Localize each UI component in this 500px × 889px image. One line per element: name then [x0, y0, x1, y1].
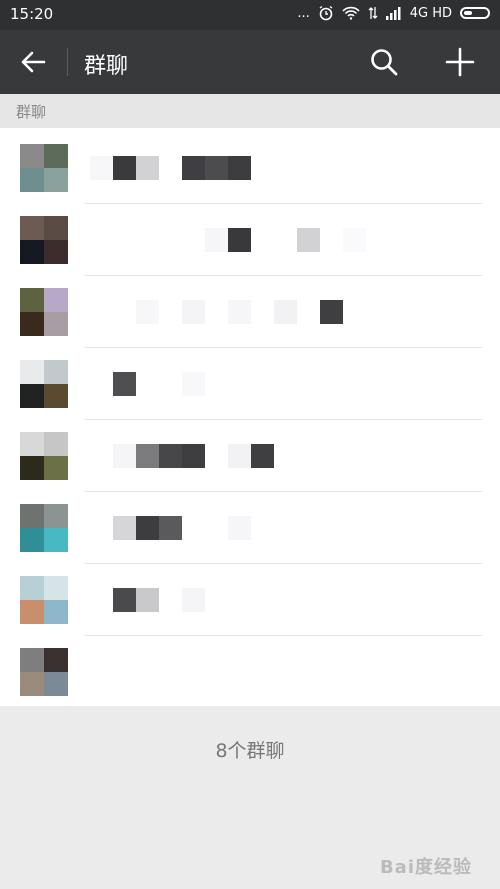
arrow-left-icon[interactable] [18, 47, 48, 77]
section-label: 群聊 [16, 103, 47, 121]
header-divider [67, 48, 68, 76]
page-title: 群聊 [84, 54, 129, 79]
group-name-pixelated [90, 156, 251, 180]
overflow-dots: ... [297, 5, 310, 21]
top-app-bar: 群聊 [0, 30, 500, 94]
group-avatar [20, 576, 68, 624]
list-footer: 8个群聊 Bai度经验 [0, 706, 500, 889]
watermark-logo: Bai度经验 [379, 857, 472, 878]
wifi-icon [342, 6, 360, 20]
group-row[interactable] [0, 420, 500, 492]
plus-icon[interactable] [444, 46, 476, 78]
data-arrows-icon [368, 7, 378, 19]
group-avatar [20, 216, 68, 264]
group-name-pixelated [90, 588, 205, 612]
search-icon[interactable] [368, 46, 400, 78]
group-avatar [20, 504, 68, 552]
group-chat-list [0, 128, 500, 706]
group-name-pixelated [90, 516, 251, 540]
group-row[interactable] [0, 132, 500, 204]
group-name-pixelated [90, 372, 205, 396]
group-name-pixelated [90, 228, 366, 252]
group-row[interactable] [0, 564, 500, 636]
group-avatar [20, 648, 68, 696]
status-bar: 15:20 ... 4G HD [0, 0, 500, 30]
battery-icon [460, 7, 490, 19]
status-icons: ... 4G HD [297, 5, 490, 21]
group-avatar [20, 432, 68, 480]
group-row[interactable] [0, 348, 500, 420]
alarm-icon [319, 5, 333, 21]
group-count: 8个群聊 [215, 740, 285, 762]
network-label: 4G HD [409, 5, 452, 21]
group-row[interactable] [0, 276, 500, 348]
status-time: 15:20 [10, 5, 54, 23]
group-name-pixelated [90, 444, 274, 468]
group-row[interactable] [0, 492, 500, 564]
group-name-pixelated [90, 300, 343, 324]
section-header: 群聊 [0, 94, 500, 128]
group-avatar [20, 144, 68, 192]
group-row[interactable] [0, 204, 500, 276]
group-row[interactable] [0, 636, 500, 708]
signal-icon [385, 6, 401, 20]
group-avatar [20, 360, 68, 408]
group-avatar [20, 288, 68, 336]
